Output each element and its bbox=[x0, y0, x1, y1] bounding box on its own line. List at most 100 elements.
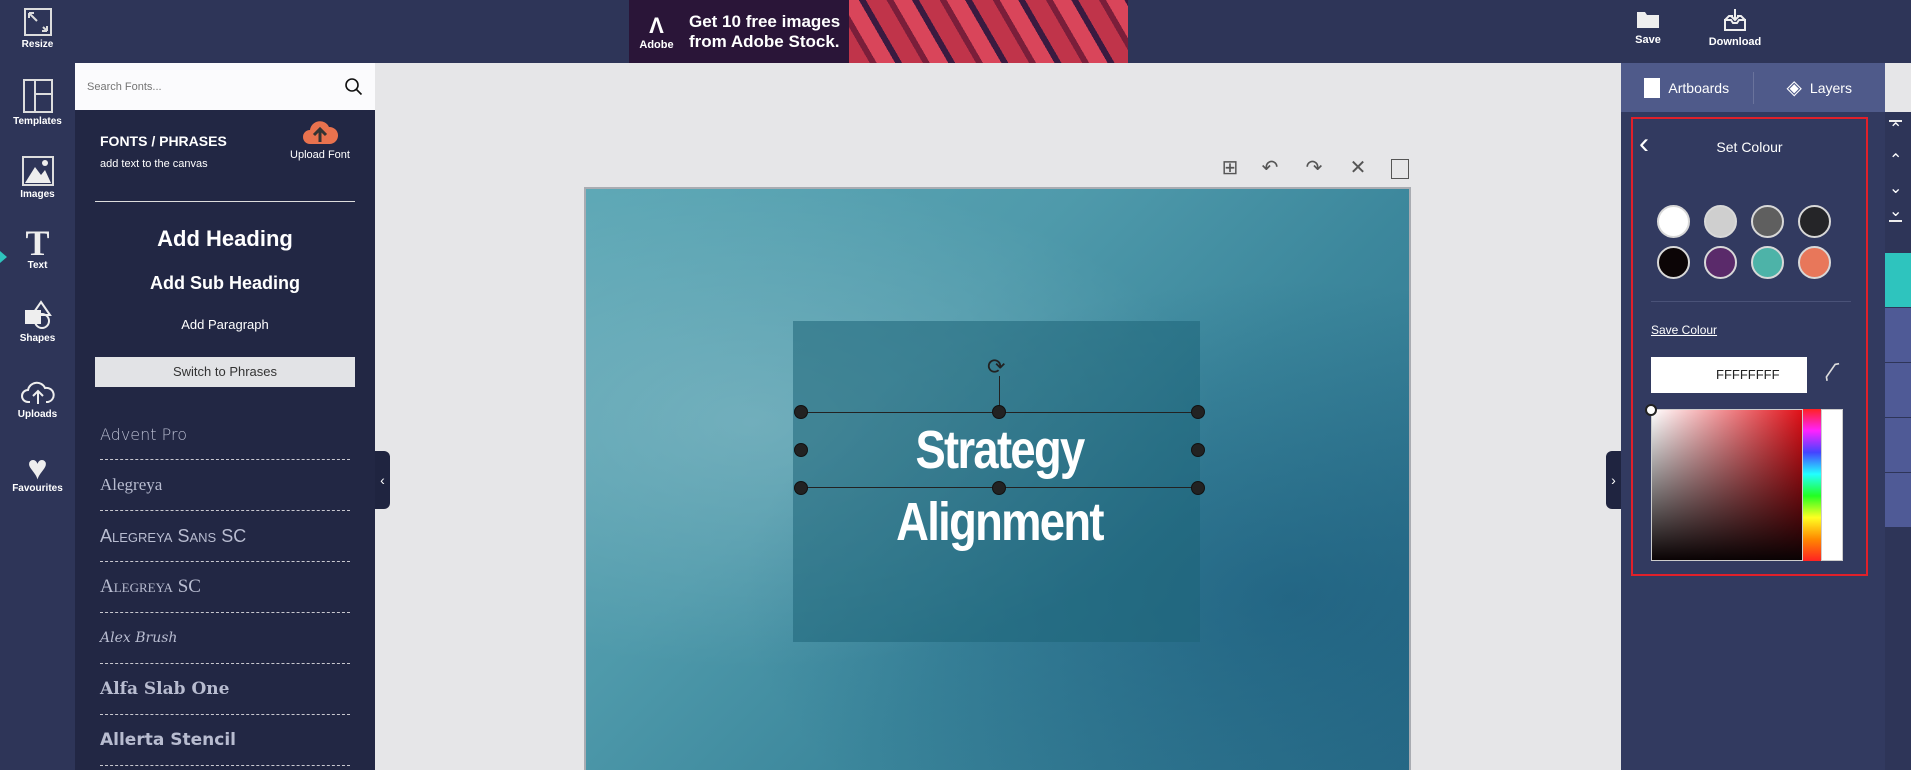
tab-artboards[interactable]: Artboards bbox=[1621, 77, 1753, 98]
chevron-left-icon: ‹ bbox=[380, 472, 385, 488]
redo-icon: ↷ bbox=[1305, 157, 1323, 179]
upload-font-button[interactable]: Upload Font bbox=[285, 118, 355, 161]
font-item[interactable]: Alegreya SC bbox=[100, 562, 350, 613]
adobe-label: Adobe bbox=[639, 38, 674, 51]
ad-line-1: Get 10 free images bbox=[689, 11, 841, 31]
adobe-stock-ad[interactable]: Λ Adobe Get 10 free images from Adobe Stoc… bbox=[629, 0, 1128, 63]
swatch-teal[interactable] bbox=[1751, 246, 1784, 279]
font-item[interactable]: Alegreya bbox=[100, 460, 350, 511]
font-item[interactable]: Alegreya Sans SC bbox=[100, 511, 350, 562]
chevron-right-icon: › bbox=[1611, 472, 1616, 488]
shapes-icon bbox=[24, 300, 52, 329]
resize-handle[interactable] bbox=[1191, 481, 1205, 495]
rail-text[interactable]: T Text bbox=[0, 225, 75, 271]
rail-block-active[interactable] bbox=[1885, 253, 1911, 307]
search-icon[interactable] bbox=[345, 77, 363, 96]
bring-forward-icon[interactable]: ⌃ bbox=[1889, 150, 1902, 170]
swatch-orange[interactable] bbox=[1798, 246, 1831, 279]
ad-line-2: from Adobe Stock. bbox=[689, 31, 840, 51]
layer-order-rail: ⌃ ⌃ ⌄ ⌄ bbox=[1885, 112, 1911, 770]
search-fonts-input[interactable] bbox=[87, 80, 345, 93]
font-item[interactable]: Alfa Slab One bbox=[100, 664, 350, 715]
hex-input[interactable]: FFFFFFFF bbox=[1651, 357, 1807, 393]
rail-block[interactable] bbox=[1885, 308, 1911, 362]
rail-templates[interactable]: Templates bbox=[0, 79, 75, 127]
font-item[interactable]: Alex Brush bbox=[100, 613, 350, 664]
picker-cursor[interactable] bbox=[1645, 404, 1657, 416]
switch-to-phrases-button[interactable]: Switch to Phrases bbox=[95, 357, 355, 387]
tab-label: Layers bbox=[1809, 79, 1852, 96]
add-paragraph-button[interactable]: Add Paragraph bbox=[75, 317, 375, 332]
upload-cloud-icon bbox=[303, 121, 339, 144]
swatch-white[interactable] bbox=[1657, 205, 1690, 238]
saturation-picker[interactable] bbox=[1651, 409, 1803, 561]
swatch-light-grey[interactable] bbox=[1704, 205, 1737, 238]
resize-handle[interactable] bbox=[794, 405, 808, 419]
right-tabs: Artboards ◈ Layers bbox=[1621, 63, 1885, 112]
resize-handle[interactable] bbox=[794, 443, 808, 457]
rotate-icon[interactable]: ⟳ bbox=[987, 356, 1005, 378]
rail-shapes[interactable]: Shapes bbox=[0, 300, 75, 344]
swatch-grey[interactable] bbox=[1751, 205, 1784, 238]
divider bbox=[95, 201, 355, 202]
rail-label: Favourites bbox=[12, 483, 63, 494]
bring-to-front-icon[interactable]: ⌃ bbox=[1889, 120, 1903, 138]
save-button[interactable]: Save bbox=[1618, 8, 1678, 46]
images-icon bbox=[21, 156, 54, 186]
panel-title: FONTS / PHRASES bbox=[100, 133, 227, 149]
fullscreen-button[interactable] bbox=[1388, 156, 1412, 180]
rail-block[interactable] bbox=[1885, 418, 1911, 472]
artboard-icon bbox=[1644, 77, 1661, 98]
rail-images[interactable]: Images bbox=[0, 156, 75, 200]
save-colour-link[interactable]: Save Colour bbox=[1651, 323, 1717, 337]
rail-block[interactable] bbox=[1885, 473, 1911, 527]
alpha-slider[interactable] bbox=[1821, 409, 1843, 561]
close-button[interactable]: ✕ bbox=[1346, 156, 1370, 180]
redo-button[interactable]: ↷ bbox=[1302, 156, 1326, 180]
panel-heading: Set Colour bbox=[1716, 139, 1783, 155]
swatch-black[interactable] bbox=[1657, 246, 1690, 279]
font-item[interactable]: Advent Pro bbox=[100, 409, 350, 460]
search-bar bbox=[75, 63, 375, 110]
ad-text: Get 10 free images from Adobe Stock. bbox=[689, 12, 840, 52]
send-to-back-icon[interactable]: ⌄ bbox=[1889, 204, 1903, 222]
resize-handle[interactable] bbox=[992, 481, 1006, 495]
swatch-purple[interactable] bbox=[1704, 246, 1737, 279]
divider bbox=[1651, 301, 1851, 302]
save-label: Save bbox=[1635, 34, 1661, 46]
tab-label: Artboards bbox=[1668, 79, 1730, 96]
download-button[interactable]: Download bbox=[1705, 8, 1765, 48]
rail-label: Uploads bbox=[17, 409, 58, 420]
rail-uploads[interactable]: Uploads bbox=[0, 380, 75, 420]
send-backward-icon[interactable]: ⌄ bbox=[1889, 178, 1902, 198]
swatch-charcoal[interactable] bbox=[1798, 205, 1831, 238]
fonts-panel: FONTS / PHRASES add text to the canvas U… bbox=[75, 63, 375, 770]
rail-label: Text bbox=[27, 260, 48, 271]
font-item[interactable]: Allerta Stencil bbox=[100, 715, 350, 766]
close-icon: ✕ bbox=[1349, 157, 1367, 179]
rail-favourites[interactable]: ♥ Favourites bbox=[0, 449, 75, 494]
download-label: Download bbox=[1708, 36, 1762, 48]
collapse-panel-button[interactable]: ‹ bbox=[375, 451, 390, 509]
tab-layers[interactable]: ◈ Layers bbox=[1754, 75, 1886, 100]
resize-icon bbox=[23, 8, 52, 36]
rail-resize[interactable]: Resize bbox=[0, 8, 75, 50]
resize-handle[interactable] bbox=[794, 481, 808, 495]
panel-subtitle: add text to the canvas bbox=[100, 158, 208, 170]
expand-right-panel-button[interactable]: › bbox=[1606, 451, 1621, 509]
resize-handle[interactable] bbox=[992, 405, 1006, 419]
hue-slider[interactable] bbox=[1803, 409, 1821, 561]
undo-button[interactable]: ↶ bbox=[1258, 156, 1282, 180]
add-heading-button[interactable]: Add Heading bbox=[75, 226, 375, 252]
ad-image bbox=[849, 0, 1128, 63]
upload-font-label: Upload Font bbox=[290, 149, 350, 161]
heart-icon: ♥ bbox=[27, 449, 48, 487]
square-icon bbox=[1391, 158, 1409, 179]
rail-block[interactable] bbox=[1885, 363, 1911, 417]
undo-icon: ↶ bbox=[1261, 157, 1279, 179]
resize-handle[interactable] bbox=[1191, 405, 1205, 419]
add-subheading-button[interactable]: Add Sub Heading bbox=[75, 273, 375, 294]
grid-button[interactable]: ⊞ bbox=[1218, 156, 1242, 180]
resize-handle[interactable] bbox=[1191, 443, 1205, 457]
eyedropper-icon[interactable]: ❲ bbox=[1817, 354, 1847, 386]
